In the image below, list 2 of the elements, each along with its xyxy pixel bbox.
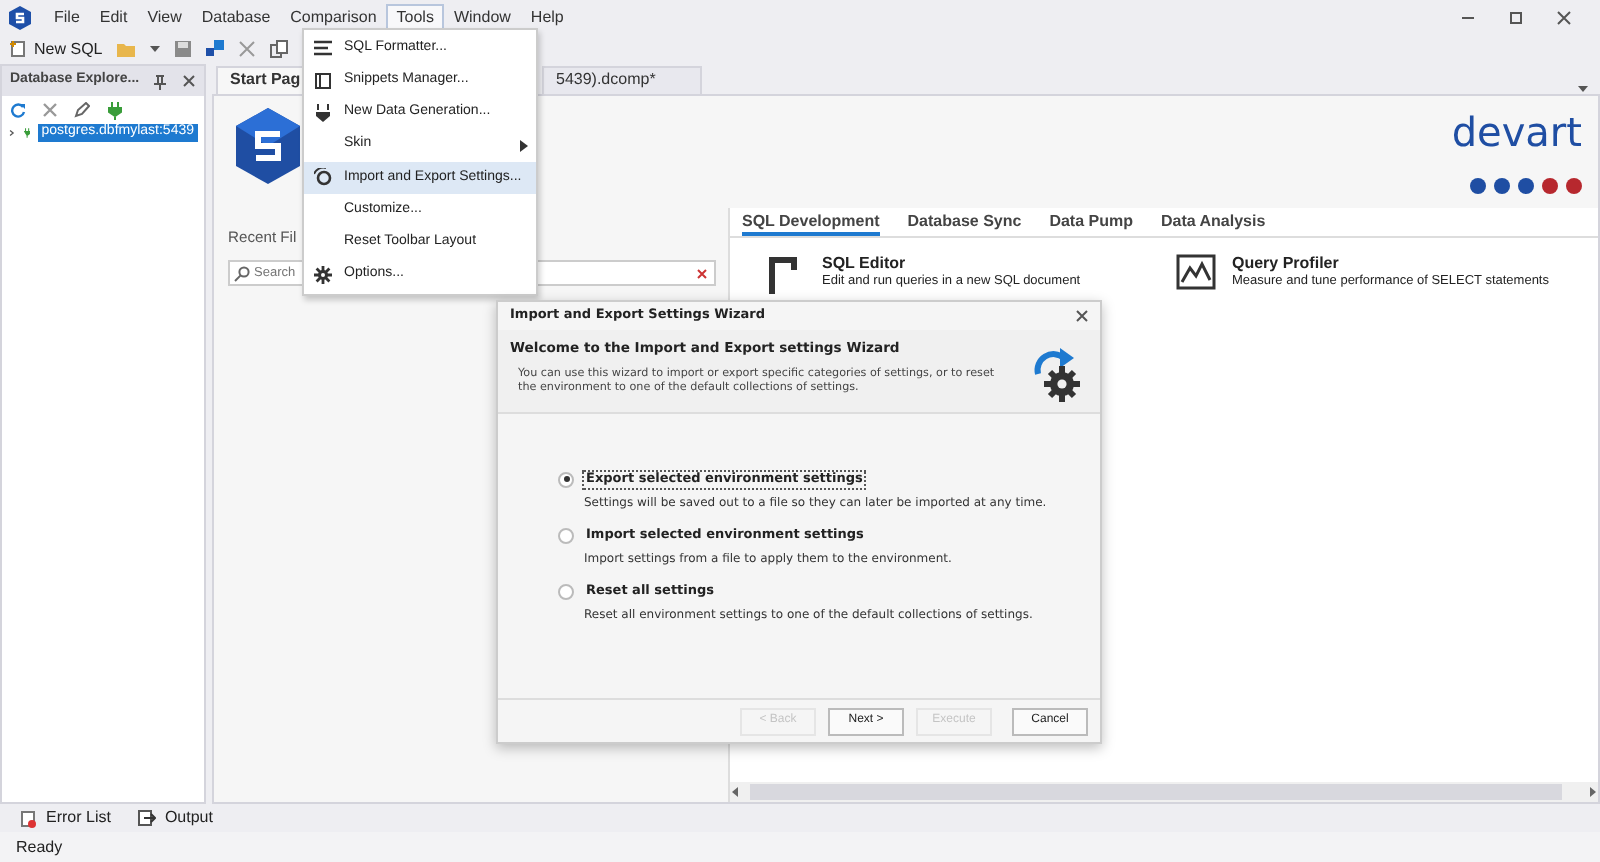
brand-logo: devart [1451,112,1582,152]
status-text: Ready [16,837,63,857]
